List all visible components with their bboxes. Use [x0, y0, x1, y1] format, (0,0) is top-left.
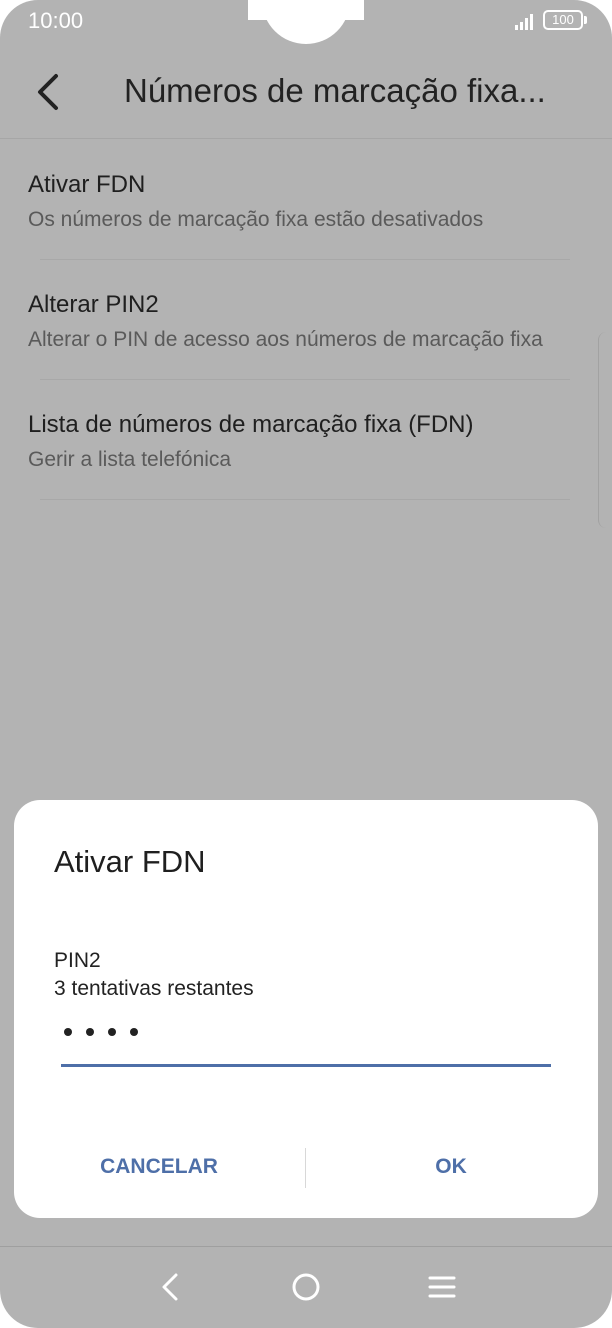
setting-title: Alterar PIN2 [28, 291, 159, 318]
cancel-button[interactable]: CANCELAR [14, 1138, 304, 1196]
settings-list: Ativar FDN Os números de marcação fixa e… [0, 140, 612, 500]
app-bar: Números de marcação fixa... [0, 50, 612, 139]
signal-bars-icon [515, 14, 533, 30]
navigation-bar [0, 1246, 612, 1328]
setting-subtitle: Os números de marcação fixa estão desati… [28, 208, 484, 231]
phone-screen: 10:00 100 Números de marcação fixa... At… [0, 0, 612, 1328]
setting-title: Ativar FDN [28, 171, 146, 198]
pin-dot [130, 1028, 138, 1036]
nav-menu-icon [428, 1276, 456, 1298]
activate-fdn-dialog: Ativar FDN PIN2 3 tentativas restantes C… [14, 800, 598, 1218]
battery-level: 100 [552, 12, 574, 27]
nav-home-icon [292, 1273, 320, 1301]
pin-dot [86, 1028, 94, 1036]
setting-item-change-pin2[interactable]: Alterar PIN2 Alterar o PIN de acesso aos… [0, 260, 612, 379]
status-bar: 10:00 100 [0, 0, 612, 42]
status-time: 10:00 [28, 8, 84, 33]
nav-back-button[interactable] [150, 1267, 190, 1307]
side-edge-indicator [598, 332, 612, 528]
chevron-left-icon [38, 74, 58, 110]
setting-subtitle: Alterar o PIN de acesso aos números de m… [28, 328, 543, 351]
back-button[interactable] [26, 68, 74, 116]
battery-icon: 100 [543, 10, 583, 30]
pin2-label: PIN2 [54, 949, 101, 972]
pin-input-underline [61, 1064, 551, 1067]
dialog-actions: CANCELAR OK [14, 1138, 598, 1196]
setting-subtitle: Gerir a lista telefónica [28, 448, 232, 471]
setting-item-activate-fdn[interactable]: Ativar FDN Os números de marcação fixa e… [0, 140, 612, 259]
battery-tip [584, 16, 587, 24]
dialog-title: Ativar FDN [54, 844, 206, 879]
nav-menu-button[interactable] [422, 1267, 462, 1307]
setting-item-fdn-list[interactable]: Lista de números de marcação fixa (FDN) … [0, 380, 612, 499]
setting-title: Lista de números de marcação fixa (FDN) [28, 411, 474, 438]
nav-back-icon [162, 1273, 178, 1301]
pin-dot [108, 1028, 116, 1036]
attempts-remaining: 3 tentativas restantes [54, 977, 254, 1000]
nav-home-button[interactable] [286, 1267, 326, 1307]
ok-button[interactable]: OK [306, 1138, 596, 1196]
pin-dot [64, 1028, 72, 1036]
list-divider [40, 499, 570, 500]
pin-dots [64, 1028, 138, 1036]
page-title: Números de marcação fixa... [124, 72, 546, 109]
